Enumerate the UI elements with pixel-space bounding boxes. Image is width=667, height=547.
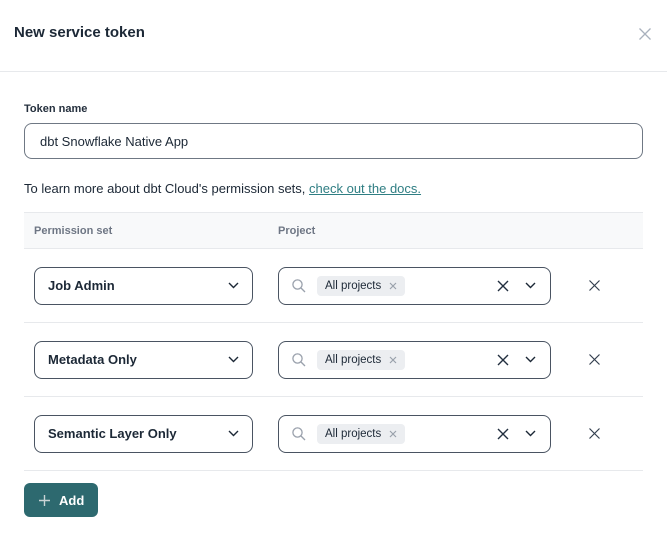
project-tag: All projects: [317, 350, 405, 370]
project-tag-label: All projects: [325, 428, 381, 440]
chevron-down-icon[interactable]: [525, 356, 536, 363]
clear-icon: [496, 353, 510, 367]
clear-icon: [496, 279, 510, 293]
remove-row-button[interactable]: [585, 276, 604, 295]
search-icon: [291, 426, 307, 442]
search-icon: [291, 352, 307, 368]
modal-body: Token name To learn more about dbt Cloud…: [0, 103, 667, 517]
project-multiselect[interactable]: All projects: [278, 341, 551, 379]
remove-row-button[interactable]: [585, 424, 604, 443]
remove-row-icon: [587, 278, 602, 293]
header-permission-set: Permission set: [34, 225, 278, 237]
permission-set-value: Metadata Only: [48, 352, 137, 367]
remove-row-icon: [587, 426, 602, 441]
clear-icon: [496, 427, 510, 441]
clear-selection-button[interactable]: [496, 279, 510, 293]
plus-icon: [38, 494, 51, 507]
add-button[interactable]: Add: [24, 483, 98, 517]
project-tag-label: All projects: [325, 354, 381, 366]
tag-remove-icon[interactable]: [389, 356, 397, 364]
table-row: Metadata Only All projects: [24, 323, 643, 397]
permission-set-select[interactable]: Metadata Only: [34, 341, 253, 379]
remove-row-button[interactable]: [585, 350, 604, 369]
docs-link[interactable]: check out the docs.: [309, 181, 421, 196]
chevron-down-icon: [228, 430, 239, 437]
project-multiselect[interactable]: All projects: [278, 415, 551, 453]
permission-help-text: To learn more about dbt Cloud's permissi…: [24, 181, 643, 196]
table-header-row: Permission set Project: [24, 212, 643, 249]
header-project: Project: [278, 225, 315, 237]
project-tag: All projects: [317, 276, 405, 296]
permission-set-value: Semantic Layer Only: [48, 426, 177, 441]
chevron-down-icon[interactable]: [525, 282, 536, 289]
modal-header: New service token: [0, 0, 667, 72]
tag-remove-icon[interactable]: [389, 430, 397, 438]
token-name-label: Token name: [24, 103, 643, 115]
chevron-down-icon: [228, 282, 239, 289]
search-icon: [291, 278, 307, 294]
tag-remove-icon[interactable]: [389, 282, 397, 290]
table-row: Job Admin All projects: [24, 249, 643, 323]
project-tag: All projects: [317, 424, 405, 444]
help-text-static: To learn more about dbt Cloud's permissi…: [24, 181, 309, 196]
clear-selection-button[interactable]: [496, 427, 510, 441]
close-button[interactable]: [635, 24, 655, 44]
permission-set-select[interactable]: Job Admin: [34, 267, 253, 305]
new-service-token-modal: New service token Token name To learn mo…: [0, 0, 667, 547]
chevron-down-icon: [228, 356, 239, 363]
permission-set-value: Job Admin: [48, 278, 115, 293]
project-tag-label: All projects: [325, 280, 381, 292]
project-multiselect[interactable]: All projects: [278, 267, 551, 305]
chevron-down-icon[interactable]: [525, 430, 536, 437]
page-title: New service token: [14, 24, 145, 41]
clear-selection-button[interactable]: [496, 353, 510, 367]
table-row: Semantic Layer Only All projects: [24, 397, 643, 471]
remove-row-icon: [587, 352, 602, 367]
add-button-label: Add: [59, 493, 84, 508]
close-icon: [637, 26, 653, 42]
permission-table: Permission set Project Job Admin All pro: [24, 212, 643, 471]
permission-set-select[interactable]: Semantic Layer Only: [34, 415, 253, 453]
token-name-input[interactable]: [24, 123, 643, 159]
